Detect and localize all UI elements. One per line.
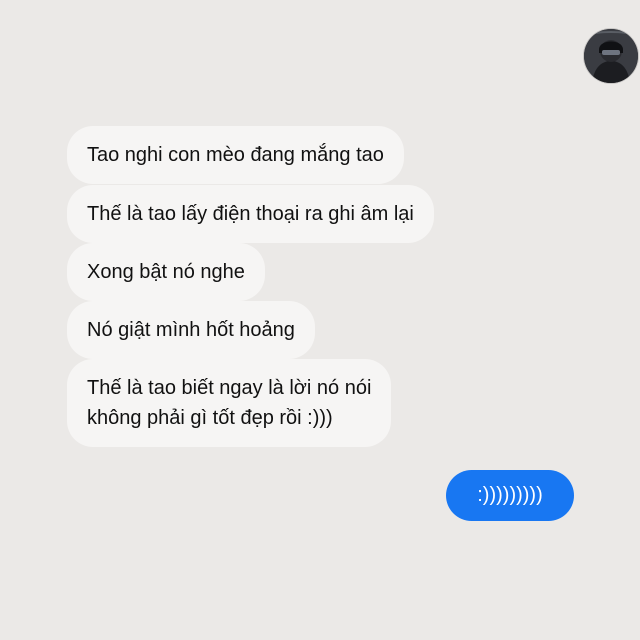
incoming-message-bubble[interactable]: Thế là tao biết ngay là lời nó nói không… (67, 359, 392, 447)
message-thread: Tao nghi con mèo đang mắng tao Thế là ta… (0, 0, 640, 640)
incoming-message-bubble[interactable]: Tao nghi con mèo đang mắng tao (67, 126, 404, 184)
incoming-message-bubble[interactable]: Xong bật nó nghe (67, 243, 265, 301)
incoming-message-bubble[interactable]: Nó giật mình hốt hoảng (67, 301, 315, 359)
outgoing-message-bubble[interactable]: :))))))))) (446, 470, 574, 521)
incoming-message-bubble[interactable]: Thế là tao lấy điện thoại ra ghi âm lại (67, 185, 434, 243)
chat-screen: Tao nghi con mèo đang mắng tao Thế là ta… (0, 0, 640, 640)
